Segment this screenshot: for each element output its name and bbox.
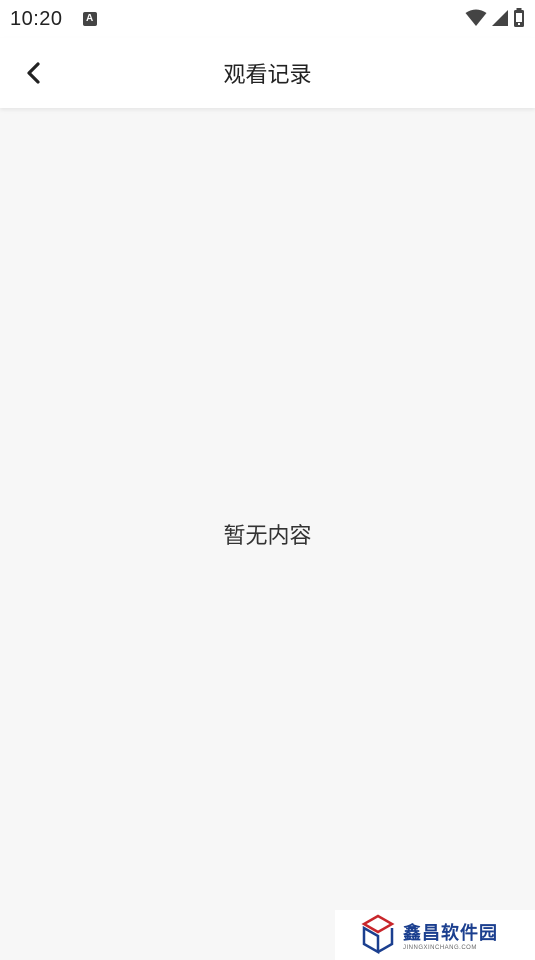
page-title: 观看记录 (223, 63, 312, 88)
status-bar: 10:20 A (0, 0, 535, 38)
status-time: 10:20 (10, 7, 63, 30)
screen: 10:20 A 观看记录 暂无内容 鑫昌软件园 JINNGXINCHANG.CO… (0, 0, 535, 960)
watermark-text: 鑫昌软件园 JINNGXINCHANG.COM (403, 919, 498, 951)
wifi-icon (465, 9, 487, 26)
app-header: 观看记录 (0, 38, 535, 108)
watermark-brand: 鑫昌软件园 (403, 923, 498, 944)
watermark-logo: 鑫昌软件园 JINNGXINCHANG.COM (335, 910, 535, 960)
cube-logo-icon (361, 914, 395, 955)
status-icons (465, 8, 525, 28)
empty-state-message: 暂无内容 (223, 524, 312, 549)
watermark-subtitle: JINNGXINCHANG.COM (403, 945, 477, 951)
a-icon: A (82, 12, 97, 26)
back-button[interactable] (14, 55, 54, 91)
chevron-left-icon (27, 62, 40, 84)
battery-icon (514, 8, 524, 27)
signal-icon (492, 10, 508, 26)
